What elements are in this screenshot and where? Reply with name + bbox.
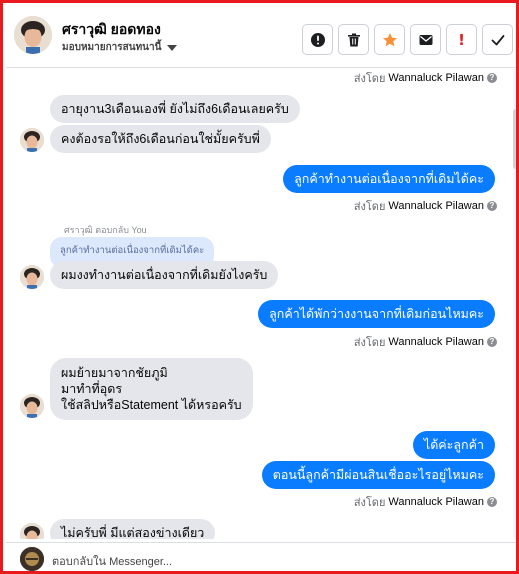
outgoing-message[interactable]: ลูกค้าได้พักว่างงานจากที่เดิมก่อนไหมคะ	[258, 300, 495, 328]
mark-spam-button[interactable]	[302, 24, 333, 55]
trash-icon	[347, 33, 360, 46]
contact-avatar-small	[20, 394, 44, 418]
conversation-actions: !	[302, 24, 513, 55]
assign-conversation-dropdown[interactable]: มอบหมายการสนทนานี้	[62, 40, 178, 55]
messenger-panel: ศราวุฒิ ยอดทอง มอบหมายการสนทนานี้ ! ส่งโ…	[0, 0, 519, 574]
contact-avatar-small	[20, 265, 44, 289]
contact-avatar-small	[20, 523, 44, 539]
contact-name: ศราวุฒิ ยอดทอง	[62, 21, 161, 37]
incoming-message[interactable]: ไม่ครับพี่ มีแต่สองข่างเดียว	[50, 519, 216, 539]
info-icon[interactable]: ?	[487, 201, 497, 211]
star-button[interactable]	[374, 24, 405, 55]
check-icon	[491, 34, 504, 45]
mark-done-button[interactable]	[482, 24, 513, 55]
incoming-message[interactable]: ผมงงทำงานต่อเนื่องจากที่เดิมยังไงครับ	[50, 261, 279, 289]
message-line: ใช้สลิปหรือStatement ได้หรอครับ	[61, 398, 242, 412]
incoming-message[interactable]: อายุงาน3เดือนเองพี่ ยังไม่ถึง6เดือนเลยคร…	[50, 95, 300, 123]
contact-avatar-small	[20, 128, 44, 152]
message-line: มาทำที่อุดร	[61, 382, 123, 396]
mark-unread-button[interactable]	[410, 24, 441, 55]
sent-by-label: ส่งโดย Wannaluck Pilawan ?	[354, 493, 497, 511]
incoming-message[interactable]: ผมย้ายมาจากชัยภูมิ มาทำที่อุดร ใช้สลิปหร…	[50, 358, 253, 420]
agent-name: Wannaluck Pilawan	[388, 200, 484, 212]
reply-label: ศราวุฒิ ตอบกลับ You	[64, 225, 147, 235]
reply-composer[interactable]: ตอบกลับใน Messenger...	[6, 542, 516, 571]
sent-by-label: ส่งโดย Wannaluck Pilawan ?	[354, 69, 497, 87]
contact-avatar[interactable]	[14, 16, 52, 54]
follow-up-button[interactable]: !	[446, 24, 477, 55]
agent-name: Wannaluck Pilawan	[388, 336, 484, 348]
message-line: ผมย้ายมาจากชัยภูมิ	[61, 366, 168, 380]
conversation-header: ศราวุฒิ ยอดทอง มอบหมายการสนทนานี้ !	[6, 6, 516, 68]
agent-name: Wannaluck Pilawan	[388, 72, 484, 84]
scrollbar-thumb[interactable]	[513, 109, 516, 169]
info-icon[interactable]: ?	[487, 497, 497, 507]
outgoing-message[interactable]: ตอนนี้ลูกค้ามีผ่อนสินเชื่ออะไรอยู่ไหมคะ	[261, 461, 495, 489]
outgoing-message[interactable]: ได้ค่ะลูกค้า	[412, 431, 495, 459]
info-icon[interactable]: ?	[487, 73, 497, 83]
thread-scrollbar[interactable]	[513, 69, 516, 539]
reply-input[interactable]: ตอบกลับใน Messenger...	[52, 552, 172, 570]
sent-by-label: ส่งโดย Wannaluck Pilawan ?	[354, 197, 497, 215]
outgoing-message[interactable]: ลูกค้าทำงานต่อเนื่องจากที่เดิมได้คะ	[283, 165, 495, 193]
info-icon[interactable]: ?	[487, 337, 497, 347]
page-avatar	[20, 547, 44, 571]
exclamation-icon: !	[458, 30, 465, 49]
agent-name: Wannaluck Pilawan	[388, 496, 484, 508]
message-thread[interactable]: ส่งโดย Wannaluck Pilawan ? อายุงาน3เดือน…	[6, 69, 516, 539]
assign-label: มอบหมายการสนทนานี้	[62, 42, 162, 53]
star-icon	[382, 32, 397, 46]
envelope-icon	[419, 34, 432, 45]
delete-button[interactable]	[338, 24, 369, 55]
alert-circle-icon	[310, 32, 325, 47]
sent-by-label: ส่งโดย Wannaluck Pilawan ?	[354, 333, 497, 351]
incoming-message[interactable]: คงต้องรอให้ถึง6เดือนก่อนใช่มั้ยครับพี่	[50, 125, 271, 153]
caret-down-icon	[167, 44, 178, 51]
